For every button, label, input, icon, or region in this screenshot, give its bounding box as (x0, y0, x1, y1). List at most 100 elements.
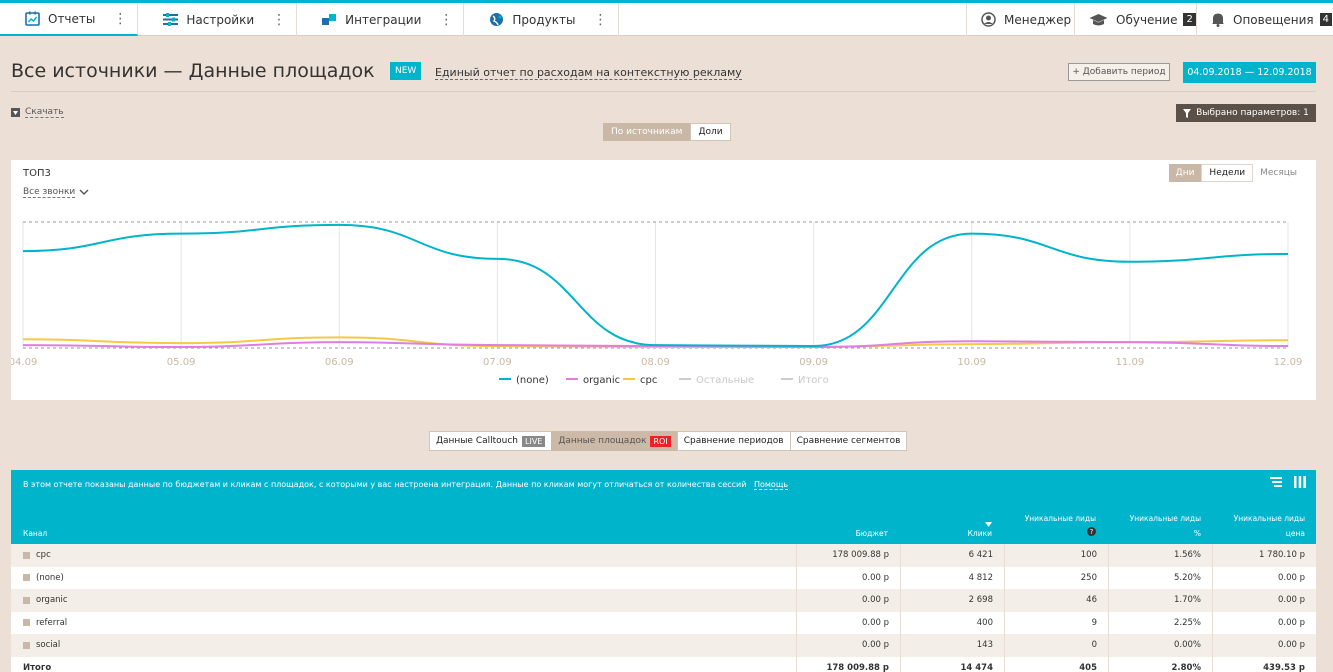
date-range-picker[interactable]: 04.09.2018 — 12.09.2018 (1183, 62, 1316, 83)
expand-square-icon[interactable] (23, 641, 30, 649)
nav-notifications-label: Оповещения (1233, 12, 1314, 27)
sliders-icon (162, 12, 178, 28)
legend-item[interactable]: organic (566, 375, 620, 386)
columns-icon[interactable] (1294, 476, 1306, 488)
cell-text: 2.25% (1173, 617, 1201, 628)
cell-text: 0.00 р (861, 595, 889, 606)
table-total-row[interactable]: Итого 178 009.88 р 14 474 405 2.80% 439.53 р (11, 656, 1316, 672)
table-info-text: В этом отчете показаны данные по бюджета… (23, 480, 747, 489)
tab-platform-data[interactable]: Данные площадок ROI (551, 431, 678, 451)
col-channel[interactable]: Канал (23, 529, 47, 538)
more-vertical-icon[interactable]: ⋮ (439, 13, 453, 27)
cell-leads-price: 0.00 р (1212, 589, 1316, 612)
period-months[interactable]: Месяцы (1253, 164, 1304, 182)
cell-channel: cpc (11, 544, 796, 567)
col-clicks[interactable]: Клики (968, 529, 992, 538)
cell-clicks: 4 812 (900, 566, 1004, 589)
tab-compare-segments[interactable]: Сравнение сегментов (789, 431, 908, 451)
col-unique-leads-pct[interactable]: % (1194, 529, 1201, 538)
col-unique-leads-price[interactable]: цена (1286, 529, 1305, 538)
nav-learning-label: Обучение (1116, 12, 1178, 27)
period-weeks[interactable]: Недели (1201, 164, 1254, 182)
cell-clicks: 14 474 (900, 656, 1004, 672)
col-budget[interactable]: Бюджет (856, 529, 888, 538)
cell-text: Итого (23, 662, 52, 672)
legend-item[interactable]: cpc (623, 375, 657, 386)
chart-card: 04.09 05.09 06.09 07.09 08.09 09.09 10.09 11.09… (11, 160, 1316, 400)
col-unique-leads[interactable]: Уникальные лиды (1025, 514, 1096, 523)
legend-label: cpc (640, 375, 657, 386)
cell-text: organic (36, 595, 68, 606)
nav-learning[interactable]: Обучение 2 (1074, 3, 1196, 36)
table-row[interactable]: cpc 178 009.88 р 6 421 100 1.56% 1 780.10 р (11, 544, 1316, 567)
expand-square-icon[interactable] (23, 551, 30, 559)
expand-square-icon[interactable] (23, 619, 30, 627)
cell-text: 9 (1091, 617, 1097, 628)
period-days[interactable]: Дни (1168, 164, 1202, 182)
add-period-button[interactable]: + Добавить период (1068, 63, 1170, 81)
toggle-shares[interactable]: Доли (690, 123, 731, 141)
cell-leads-price: 1 780.10 р (1212, 544, 1316, 567)
cell-channel: social (11, 634, 796, 657)
tab-calltouch-data[interactable]: Данные Calltouch LIVE (429, 431, 553, 451)
col-unique-leads-price-top[interactable]: Уникальные лиды (1234, 514, 1305, 523)
params-filter-button[interactable]: Выбрано параметров: 1 (1176, 104, 1316, 122)
divider (11, 91, 1316, 92)
legend-item[interactable]: Итого (781, 375, 829, 386)
nav-integrations[interactable]: Интеграции ⋮ (297, 3, 465, 36)
more-vertical-icon[interactable]: ⋮ (272, 13, 286, 27)
legend-label: organic (583, 375, 620, 386)
legend-label: Остальные (696, 375, 754, 386)
more-vertical-icon[interactable]: ⋮ (113, 12, 127, 26)
cell-text: 178 009.88 р (826, 662, 889, 672)
nav-settings[interactable]: Настройки ⋮ (138, 3, 298, 36)
table-row[interactable]: referral 0.00 р 400 9 2.25% 0.00 р (11, 611, 1316, 635)
sort-lines-icon[interactable] (1270, 476, 1282, 488)
x-tick-label: 08.09 (641, 357, 670, 368)
filter-icon (1183, 108, 1192, 118)
nav-right: Менеджер Обучение 2 Оповещения 4 (966, 3, 1333, 36)
cell-text: 0.00 р (1277, 572, 1305, 583)
cell-budget: 0.00 р (796, 589, 900, 612)
col-unique-leads-pct-top[interactable]: Уникальные лиды (1130, 514, 1201, 523)
cell-leads: 250 (1004, 566, 1108, 589)
nav-integrations-label: Интеграции (345, 12, 422, 27)
download-label: Скачать (25, 107, 64, 118)
sort-desc-icon[interactable] (985, 520, 992, 529)
question-icon[interactable]: ? (1087, 527, 1096, 538)
cell-text: 405 (1079, 662, 1097, 672)
nav-manager[interactable]: Менеджер (966, 3, 1074, 36)
cell-text: 5.20% (1173, 572, 1201, 583)
x-tick-label: 06.09 (325, 357, 354, 368)
cell-text: 46 (1086, 595, 1097, 606)
cell-clicks: 143 (900, 634, 1004, 657)
x-tick-label: 12.09 (1274, 357, 1303, 368)
more-vertical-icon[interactable]: ⋮ (594, 13, 608, 27)
cell-text: 400 (976, 617, 993, 628)
expand-square-icon[interactable] (23, 574, 30, 582)
table-row[interactable]: organic 0.00 р 2 698 46 1.70% 0.00 р (11, 589, 1316, 612)
legend-item[interactable]: Остальные (679, 375, 754, 386)
promo-link[interactable]: Единый отчет по расходам на контекстную … (435, 66, 742, 80)
help-link[interactable]: Помощь (753, 480, 789, 490)
chevron-down-icon (79, 189, 89, 195)
legend-item[interactable]: (none) (499, 375, 549, 386)
nav-reports[interactable]: Отчеты ⋮ (0, 3, 139, 36)
cell-text: 0.00 р (1277, 640, 1305, 651)
cell-text: 0.00 р (1277, 595, 1305, 606)
toggle-by-sources[interactable]: По источникам (603, 123, 691, 141)
expand-square-icon[interactable] (23, 596, 30, 604)
table-row[interactable]: social 0.00 р 143 0 0.00% 0.00 р (11, 634, 1316, 657)
nav-notifications[interactable]: Оповещения 4 (1196, 3, 1333, 36)
download-link[interactable]: Скачать (11, 107, 64, 118)
calls-select[interactable]: Все звонки (23, 187, 89, 198)
cell-channel: referral (11, 612, 796, 635)
cell-text: 100 (1080, 550, 1097, 561)
table-row[interactable]: (none) 0.00 р 4 812 250 5.20% 0.00 р (11, 566, 1316, 589)
nav-reports-label: Отчеты (48, 11, 96, 26)
download-icon (11, 108, 20, 117)
tab-compare-periods[interactable]: Сравнение периодов (676, 431, 791, 451)
bell-icon (1211, 12, 1225, 28)
nav-products[interactable]: Продукты ⋮ (464, 3, 619, 36)
cell-budget: 0.00 р (796, 611, 900, 634)
